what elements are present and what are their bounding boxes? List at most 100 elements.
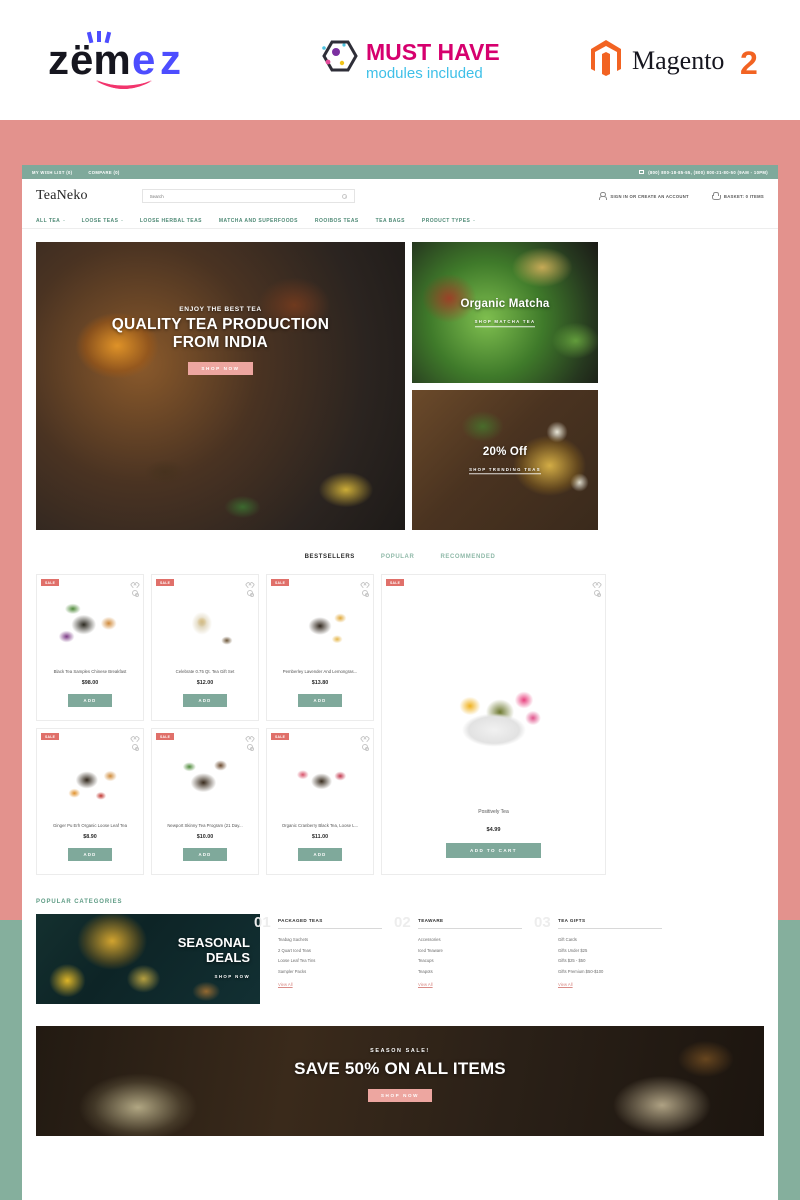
store-logo[interactable]: TeaNeko	[36, 188, 88, 204]
nav-label: TEA BAGS	[375, 217, 405, 224]
season-shop-now-button[interactable]: SHOP NOW	[367, 1089, 433, 1102]
product-name: Newport Skinny Tea Program (21 Day...	[167, 823, 243, 828]
product-card[interactable]: SALE Pemberley Lavender And Lemongras...…	[266, 574, 374, 721]
compare-link[interactable]: COMPARE (0)	[88, 170, 119, 175]
wishlist-link[interactable]: MY WISH LIST (0)	[32, 170, 72, 175]
marketing-logo-strip: z ëm e z MUST HAVE modules included Mage…	[0, 0, 800, 120]
wishlist-heart-icon[interactable]	[362, 579, 368, 585]
category-link[interactable]: Sampler Packs	[278, 969, 382, 974]
category-link[interactable]: Gifts Under $25	[558, 948, 662, 953]
product-card[interactable]: SALE Organic Cranberry Black Tea, Loose …	[266, 728, 374, 875]
category-link[interactable]: Teabag Sachets	[278, 937, 382, 942]
basket-label: BASKET: 0 ITEMS	[723, 193, 764, 199]
account-link[interactable]: SIGN IN OR CREATE AN ACCOUNT	[599, 192, 689, 201]
category-link[interactable]: Gift Cards	[558, 937, 662, 942]
side-banner-link[interactable]: SHOP MATCHA TEA	[474, 319, 536, 327]
tab-bestsellers[interactable]: BESTSELLERS	[305, 554, 355, 560]
add-to-cart-button[interactable]: ADD	[297, 694, 343, 707]
compare-icon[interactable]	[362, 744, 369, 751]
product-price: $10.00	[196, 834, 214, 840]
hero-shop-now-button[interactable]: SHOP NOW	[188, 361, 253, 375]
featured-add-to-cart-button[interactable]: ADD TO CART	[446, 843, 541, 858]
nav-item-all-tea[interactable]: ALL TEA	[36, 218, 65, 224]
wishlist-heart-icon[interactable]	[594, 579, 600, 585]
nav-item-rooibos-teas[interactable]: ROOIBOS TEAS	[315, 218, 359, 224]
nav-item-tea-bags[interactable]: TEA BAGS	[376, 218, 405, 224]
compare-icon[interactable]	[247, 590, 254, 597]
hero-banner-main[interactable]: ENJOY THE BEST TEA QUALITY TEA PRODUCTIO…	[36, 242, 405, 530]
nav-item-loose-teas[interactable]: LOOSE TEAS	[82, 218, 123, 224]
wishlist-heart-icon[interactable]	[362, 733, 368, 739]
search-icon[interactable]	[341, 193, 347, 199]
nav-item-loose-herbal-teas[interactable]: LOOSE HERBAL TEAS	[140, 218, 202, 224]
search-input[interactable]	[149, 193, 342, 199]
product-card[interactable]: SALE Celebrate 0.75 Qt. Tea Gift Set $12…	[151, 574, 259, 721]
add-to-cart-button[interactable]: ADD	[67, 848, 113, 861]
chevron-down-icon	[120, 220, 123, 221]
tab-popular[interactable]: POPULAR	[381, 554, 415, 560]
add-to-cart-button[interactable]: ADD	[182, 848, 228, 861]
side-banner-20-off[interactable]: 20% Off SHOP TRENDING TEAS	[412, 389, 598, 530]
category-view-all-link[interactable]: View All	[418, 982, 522, 987]
sale-badge: SALE	[41, 733, 60, 741]
seasonal-shop-now-link[interactable]: SHOP NOW	[214, 974, 250, 979]
sale-badge: SALE	[386, 579, 405, 587]
season-sale-banner[interactable]: SEASON SALE! SAVE 50% ON ALL ITEMS SHOP …	[36, 1026, 764, 1136]
category-number: 01	[254, 914, 271, 931]
nav-item-product-types[interactable]: PRODUCT TYPES	[422, 218, 475, 224]
product-price: $11.00	[311, 834, 329, 840]
nav-label: PRODUCT TYPES	[421, 217, 471, 224]
wishlist-heart-icon[interactable]	[247, 733, 253, 739]
product-price: $8.90	[83, 834, 97, 840]
nav-item-matcha-and-superfoods[interactable]: MATCHA AND SUPERFOODS	[219, 218, 298, 224]
compare-icon[interactable]	[362, 590, 369, 597]
sale-badge: SALE	[156, 733, 175, 741]
add-to-cart-button[interactable]: ADD	[67, 694, 113, 707]
product-card[interactable]: SALE Ginger Pu Erh Organic Loose Leaf Te…	[36, 728, 144, 875]
product-name: Organic Cranberry Black Tea, Loose L...	[281, 823, 359, 828]
wishlist-heart-icon[interactable]	[132, 733, 138, 739]
product-image	[166, 593, 244, 659]
magento-logo: Magento 2	[591, 40, 758, 81]
category-view-all-link[interactable]: View All	[278, 982, 382, 987]
compare-icon[interactable]	[247, 744, 254, 751]
compare-icon[interactable]	[594, 590, 601, 597]
wishlist-heart-icon[interactable]	[132, 579, 138, 585]
category-link[interactable]: Iced Teaware	[418, 948, 522, 953]
search-box[interactable]	[141, 189, 355, 203]
add-to-cart-button[interactable]: ADD	[182, 694, 228, 707]
compare-icon[interactable]	[132, 590, 139, 597]
category-link[interactable]: Accessories	[418, 937, 522, 942]
basket-link[interactable]: BASKET: 0 ITEMS	[711, 192, 764, 201]
category-link[interactable]: Gifts $25 - $50	[558, 958, 662, 963]
tab-recommended[interactable]: RECOMMENDED	[440, 554, 495, 560]
product-image	[51, 747, 129, 813]
category-link[interactable]: Gifts Premium $50-$100	[558, 969, 662, 974]
category-link[interactable]: 2 Quart Iced Teas	[278, 948, 382, 953]
sale-badge: SALE	[41, 579, 60, 587]
side-banner-link[interactable]: SHOP TRENDING TEAS	[469, 467, 541, 475]
product-image	[281, 593, 359, 659]
side-banner-organic-matcha[interactable]: Organic Matcha SHOP MATCHA TEA	[412, 242, 598, 383]
add-to-cart-button[interactable]: ADD	[297, 848, 343, 861]
product-price: $98.00	[81, 680, 99, 686]
seasonal-deals-banner[interactable]: SEASONAL DEALS SHOP NOW	[36, 914, 260, 1004]
wishlist-heart-icon[interactable]	[247, 579, 253, 585]
category-link[interactable]: Teacups	[418, 958, 522, 963]
page-root: z ëm e z MUST HAVE modules included Mage…	[0, 0, 800, 1200]
popular-categories-section: SEASONAL DEALS SHOP NOW 01 PACKAGED TEAS…	[22, 905, 778, 1004]
svg-text:z: z	[160, 36, 181, 83]
compare-icon[interactable]	[132, 744, 139, 751]
category-link[interactable]: Teapots	[418, 969, 522, 974]
category-view-all-link[interactable]: View All	[558, 982, 662, 987]
product-card[interactable]: SALE Black Tea Samples Chinese Breakfast…	[36, 574, 144, 721]
featured-product-name: Positively Tea	[478, 809, 509, 815]
product-card[interactable]: SALE Newport Skinny Tea Program (21 Day.…	[151, 728, 259, 875]
mail-icon	[639, 170, 645, 174]
category-link[interactable]: Loose Leaf Tea Tins	[278, 958, 382, 963]
category-heading: TEAWARE	[418, 918, 522, 929]
account-label: SIGN IN OR CREATE AN ACCOUNT	[610, 193, 689, 199]
category-number: 03	[534, 914, 551, 931]
product-grid: SALE Black Tea Samples Chinese Breakfast…	[36, 574, 374, 875]
featured-product-card[interactable]: SALE Positively Tea $4.99 ADD TO CART	[381, 574, 606, 875]
